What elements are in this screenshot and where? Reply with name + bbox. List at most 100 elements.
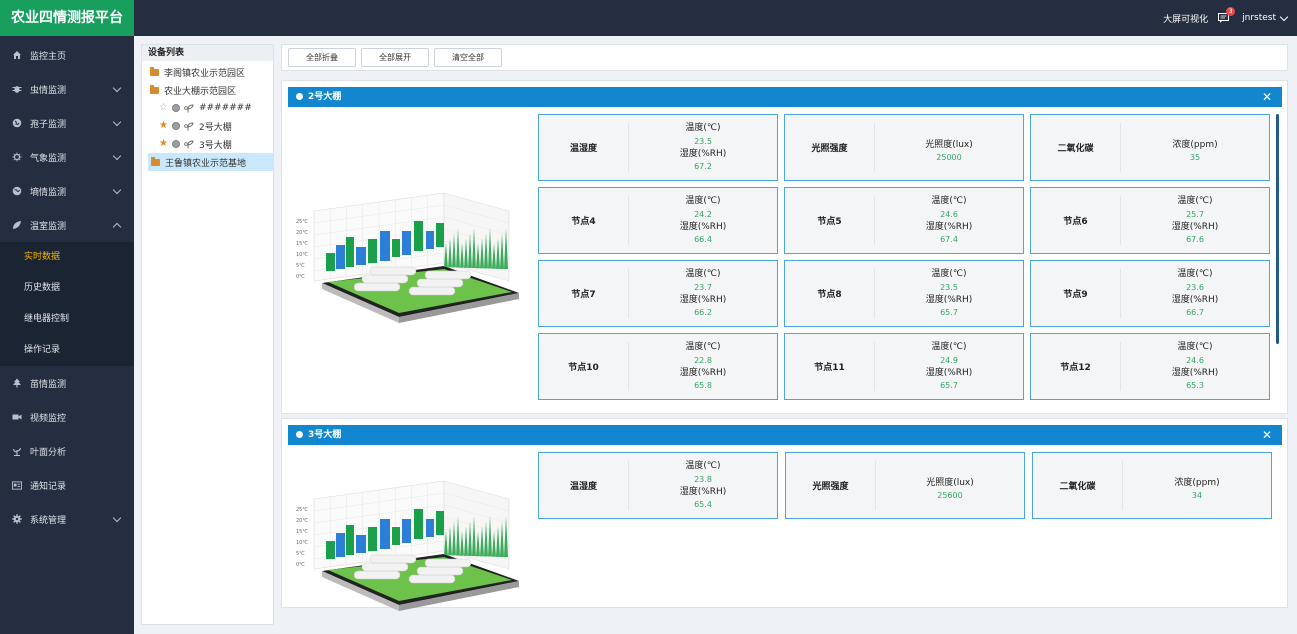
sensor-card-label: 节点8 (785, 269, 875, 318)
tree-node-area-selected[interactable]: 王鲁镇农业示范基地 (148, 153, 273, 171)
sidebar-item-soil[interactable]: 墒情监测 (0, 174, 134, 208)
status-dot-icon (171, 140, 180, 148)
folder-open-icon (150, 84, 159, 94)
sensor-card: 温湿度 温度(℃) 23.8 湿度(%RH) 65.4 (538, 452, 778, 519)
scene-bar (436, 511, 444, 535)
sidebar-item-label: 系统管理 (30, 515, 67, 526)
chevron-down-icon (112, 83, 122, 93)
sensor-card-values: 温度(℃) 23.8 湿度(%RH) 65.4 (629, 453, 777, 518)
globe-icon (12, 118, 22, 128)
sensor-reading-label: 光照度(lux) (926, 477, 974, 488)
soil-icon (12, 186, 22, 196)
sensor-reading-label: 湿度(%RH) (925, 294, 973, 305)
tree-node-area[interactable]: 李阁镇农业示范园区 (142, 63, 273, 81)
sensor-card-label: 节点11 (785, 342, 875, 391)
sensor-reading-value: 66.2 (694, 308, 712, 317)
submenu-realtime-data[interactable]: 实时数据 (0, 242, 134, 273)
clear-all-button[interactable]: 清空全部 (434, 48, 502, 67)
sidebar-item-pest[interactable]: 虫情监测 (0, 72, 134, 106)
sensor-card-values: 光照度(lux) 25600 (876, 453, 1024, 518)
notification-badge: 3 (1226, 7, 1236, 16)
sensor-reading-label: 温度(℃) (685, 269, 721, 279)
sensor-card: 节点12 温度(℃) 24.6 湿度(%RH) 65.3 (1030, 333, 1270, 400)
chevron-down-icon (1279, 12, 1289, 21)
sensor-reading-label: 光照度(lux) (925, 139, 973, 150)
star-filled-icon[interactable]: ★ (159, 139, 168, 149)
device-tree: 设备列表 李阁镇农业示范园区 农业大棚示范园区 ☆ ####### ★ 2号大棚… (141, 44, 274, 625)
user-name: jnrstest (1242, 13, 1276, 23)
star-outline-icon[interactable]: ☆ (159, 103, 168, 113)
tree-node-label: 3号大棚 (198, 140, 232, 151)
sensor-card-label: 温湿度 (539, 461, 629, 510)
sensor-reading-label: 温度(℃) (1177, 269, 1213, 279)
card-scrollbar[interactable] (1276, 114, 1279, 344)
message-button[interactable]: 3 (1218, 7, 1236, 24)
sensor-reading-value: 34 (1191, 491, 1203, 501)
sidebar-item-seedling[interactable]: 苗情监测 (0, 366, 134, 400)
bigscreen-link[interactable]: 大屏可视化 (1163, 12, 1208, 25)
home-icon (12, 50, 22, 60)
scene-tunnel (424, 270, 472, 280)
sidebar-item-leaf-analysis[interactable]: 叶面分析 (0, 434, 134, 468)
collapse-all-button[interactable]: 全部折叠 (288, 48, 356, 67)
submenu-history-data[interactable]: 历史数据 (0, 273, 134, 304)
close-icon[interactable]: ✕ (1262, 87, 1272, 107)
sidebar-item-label: 通知记录 (30, 481, 67, 492)
tree-node-device[interactable]: ☆ ####### (142, 99, 273, 117)
main-content: 全部折叠 全部展开 清空全部 2号大棚 ✕ 25℃ 20℃ 15℃ 10℃ 5℃ 0℃ 温… (281, 44, 1288, 611)
tree-node-area[interactable]: 农业大棚示范园区 (142, 81, 273, 99)
expand-all-button[interactable]: 全部展开 (361, 48, 429, 67)
sidebar-item-weather[interactable]: 气象监测 (0, 140, 134, 174)
scene-bar (436, 223, 444, 247)
scene-bar (356, 247, 366, 265)
sensor-reading-value: 23.8 (694, 474, 712, 484)
scene-bar (426, 519, 434, 537)
sensor-card-values: 温度(℃) 24.6 湿度(%RH) 67.4 (875, 188, 1023, 253)
scene-tunnel (353, 282, 401, 292)
sensor-reading-label: 温度(℃) (931, 269, 967, 279)
sensor-reading-label: 温度(℃) (1177, 196, 1213, 206)
sidebar-item-video[interactable]: 视频监控 (0, 400, 134, 434)
chevron-up-icon (112, 222, 122, 232)
sensor-card: 节点8 温度(℃) 23.5 湿度(%RH) 65.7 (784, 260, 1024, 327)
sensor-reading-value: 24.2 (694, 209, 712, 219)
scene-tunnel (369, 554, 417, 564)
sensor-card: 光照强度 光照度(lux) 25000 (784, 114, 1024, 181)
sidebar-item-system[interactable]: 系统管理 (0, 502, 134, 536)
sensor-reading-label: 湿度(%RH) (679, 294, 727, 305)
sensor-card-label: 温湿度 (539, 123, 629, 172)
tree-node-device[interactable]: ★ 2号大棚 (142, 117, 273, 135)
star-filled-icon[interactable]: ★ (159, 121, 168, 131)
sensor-reading-value: 24.9 (940, 355, 958, 365)
sensor-card: 节点10 温度(℃) 22.8 湿度(%RH) 65.8 (538, 333, 778, 400)
tree-icon (12, 378, 22, 388)
sensor-reading-label: 湿度(%RH) (925, 367, 973, 378)
status-dot-icon (171, 104, 180, 112)
sensor-card: 二氧化碳 浓度(ppm) 34 (1032, 452, 1272, 519)
sidebar-item-label: 气象监测 (30, 153, 67, 164)
submenu-relay-control[interactable]: 继电器控制 (0, 304, 134, 335)
user-menu[interactable]: jnrstest (1242, 12, 1289, 23)
scene-bar (402, 231, 411, 255)
sensor-reading-value: 23.6 (1186, 282, 1204, 292)
sidebar-item-label: 温室监测 (30, 221, 67, 232)
submenu-operation-log[interactable]: 操作记录 (0, 335, 134, 366)
sidebar-item-spore[interactable]: 孢子监测 (0, 106, 134, 140)
sidebar-item-greenhouse[interactable]: 温室监测 (0, 208, 134, 242)
sidebar-item-home[interactable]: 监控主页 (0, 38, 134, 72)
scene-tunnel (408, 286, 456, 296)
scene-axis-label: 0℃ (296, 562, 305, 568)
sensor-card-values: 温度(℃) 22.8 湿度(%RH) 65.8 (629, 334, 777, 399)
sidebar-item-notifications[interactable]: 通知记录 (0, 468, 134, 502)
scene-bar (356, 535, 366, 553)
sensor-card-label: 光照强度 (786, 461, 876, 510)
folder-icon (151, 156, 160, 166)
sensor-reading-label: 温度(℃) (931, 342, 967, 352)
tree-node-device[interactable]: ★ 3号大棚 (142, 135, 273, 153)
sidebar: 监控主页 虫情监测 孢子监测 气象监测 墒情监测 温室监测 实时数据 历史数据 … (0, 36, 134, 634)
sensor-card-values: 温度(℃) 25.7 湿度(%RH) 67.6 (1121, 188, 1269, 253)
sensor-card: 节点9 温度(℃) 23.6 湿度(%RH) 66.7 (1030, 260, 1270, 327)
close-icon[interactable]: ✕ (1262, 425, 1272, 445)
scene-bar (368, 239, 377, 263)
sensor-reading-label: 浓度(ppm) (1172, 139, 1218, 150)
